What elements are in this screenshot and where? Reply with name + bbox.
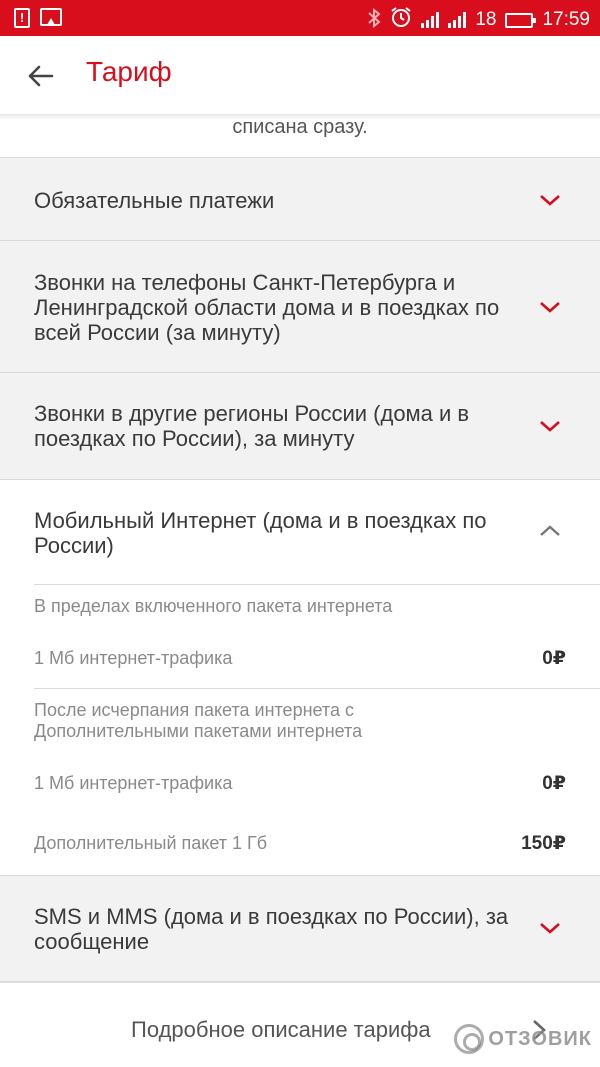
- tariff-row-label: 1 Мб интернет-трафика: [34, 648, 233, 668]
- tariff-row-label: Дополнительный пакет 1 Гб: [34, 833, 268, 853]
- section-title: Звонки в другие регионы России (дома и в…: [34, 401, 470, 451]
- otzovik-logo-icon: [454, 1024, 485, 1054]
- section-title: Обязательные платежи: [34, 188, 275, 213]
- signal-icon: [421, 12, 440, 28]
- page-title: Тариф: [86, 56, 172, 87]
- section-other-regions-calls[interactable]: Звонки в другие регионы России (дома и в…: [0, 373, 600, 480]
- section-title[interactable]: Мобильный Интернет (дома и в поездках по…: [34, 508, 524, 558]
- battery-level: 18: [475, 9, 497, 30]
- chevron-up-icon[interactable]: [538, 519, 562, 543]
- group-header: После исчерпания пакета интернета с Допо…: [34, 700, 363, 741]
- battery-icon: [505, 12, 537, 28]
- bluetooth-icon: [367, 7, 381, 33]
- section-spb-calls[interactable]: Звонки на телефоны Санкт-Петербурга и Ле…: [0, 241, 600, 373]
- image-icon: [40, 8, 62, 26]
- section-title: Звонки на телефоны Санкт-Петербурга и Ле…: [34, 270, 500, 345]
- chevron-down-icon: [540, 923, 560, 934]
- divider: [34, 688, 600, 689]
- section-title: SMS и MMS (дома и в поездках по России),…: [34, 904, 509, 954]
- status-bar: ! 18 17:59: [0, 0, 600, 36]
- alert-icon: !: [14, 8, 30, 28]
- tariff-row-value: 150₽: [521, 833, 566, 854]
- chevron-down-icon: [540, 195, 560, 206]
- watermark-text: ОТЗОВИК: [488, 1027, 592, 1050]
- tariff-details-label: Подробное описание тарифа: [131, 1017, 431, 1042]
- section-mandatory-payments[interactable]: Обязательные платежи: [0, 158, 600, 241]
- previous-text-fragment: списана сразу.: [0, 114, 600, 158]
- section-sms-mms[interactable]: SMS и MMS (дома и в поездках по России),…: [0, 876, 600, 982]
- divider: [34, 584, 600, 585]
- tariff-row-label: 1 Мб интернет-трафика: [34, 773, 233, 793]
- signal-icon-2: [448, 12, 467, 28]
- otzovik-watermark: ОТЗОВИК: [454, 1024, 592, 1054]
- chevron-down-icon: [540, 421, 560, 432]
- status-time: 17:59: [542, 9, 590, 30]
- chevron-down-icon: [540, 302, 560, 313]
- tariff-row-value: 0₽: [542, 773, 566, 794]
- app-bar: Тариф: [0, 36, 600, 114]
- group-header: В пределах включенного пакета интернета: [34, 596, 393, 616]
- alarm-icon: [390, 6, 412, 34]
- tariff-row-value: 0₽: [542, 648, 566, 669]
- arrow-left-icon[interactable]: [22, 58, 58, 94]
- section-mobile-internet: Мобильный Интернет (дома и в поездках по…: [0, 480, 600, 876]
